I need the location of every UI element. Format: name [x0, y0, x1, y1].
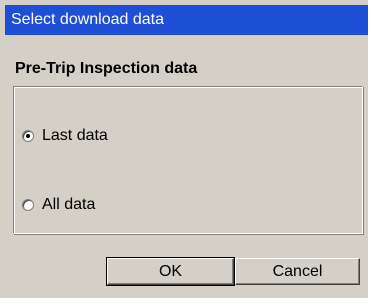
section-heading: Pre-Trip Inspection data	[15, 60, 198, 77]
radio-selected-icon[interactable]	[22, 130, 34, 142]
radio-all-data-label[interactable]: All data	[42, 196, 95, 214]
cancel-button[interactable]: Cancel	[235, 258, 360, 285]
radio-last-data[interactable]: Last data	[22, 127, 108, 145]
radio-unselected-icon[interactable]	[22, 199, 34, 211]
radio-last-data-label[interactable]: Last data	[42, 127, 108, 145]
dialog-title-bar[interactable]: Select download data	[5, 5, 368, 35]
radio-all-data[interactable]: All data	[22, 196, 95, 214]
download-dialog: Select download data Pre-Trip Inspection…	[0, 0, 370, 298]
ok-button[interactable]: OK	[106, 257, 235, 286]
dialog-title: Select download data	[11, 11, 164, 28]
